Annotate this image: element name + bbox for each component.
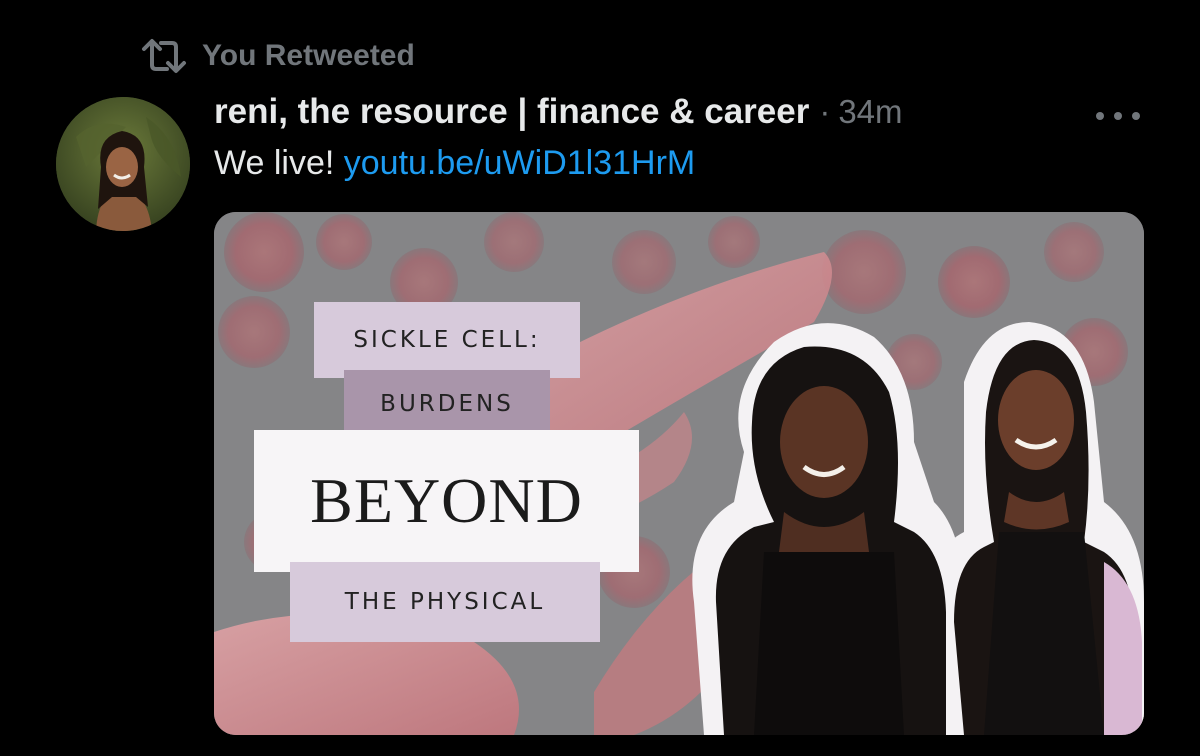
- avatar[interactable]: [56, 97, 190, 231]
- more-dot: [1096, 112, 1104, 120]
- media-thumbnail[interactable]: SICKLE CELL: BURDENS BEYOND THE PHYSICAL: [214, 212, 1144, 735]
- more-dot: [1114, 112, 1122, 120]
- display-name[interactable]: reni, the resource | finance & career: [214, 92, 809, 132]
- tweet-timestamp[interactable]: 34m: [838, 93, 902, 131]
- header-separator: ·: [819, 93, 831, 130]
- more-horizontal-icon[interactable]: [1096, 108, 1140, 124]
- tweet-header: reni, the resource | finance & career · …: [214, 92, 903, 138]
- retweet-context[interactable]: You Retweeted: [140, 36, 415, 76]
- tweet-text-prefix: We live!: [214, 144, 335, 182]
- retweet-icon: [142, 39, 186, 73]
- retweet-label: You Retweeted: [202, 39, 415, 72]
- avatar-photo: [56, 97, 190, 231]
- media-title-line-3: BEYOND: [254, 430, 639, 572]
- media-title-line-2: BURDENS: [344, 370, 550, 438]
- tweet-link[interactable]: youtu.be/uWiD1l31HrM: [344, 144, 695, 182]
- media-people-photo: [692, 322, 1144, 735]
- tweet[interactable]: You Retweeted reni, the resource | finan…: [0, 0, 1200, 756]
- tweet-text: We live! youtu.be/uWiD1l31HrM: [214, 144, 695, 183]
- media-title-line-4: THE PHYSICAL: [290, 562, 600, 642]
- media-title-line-1: SICKLE CELL:: [314, 302, 580, 378]
- more-dot: [1132, 112, 1140, 120]
